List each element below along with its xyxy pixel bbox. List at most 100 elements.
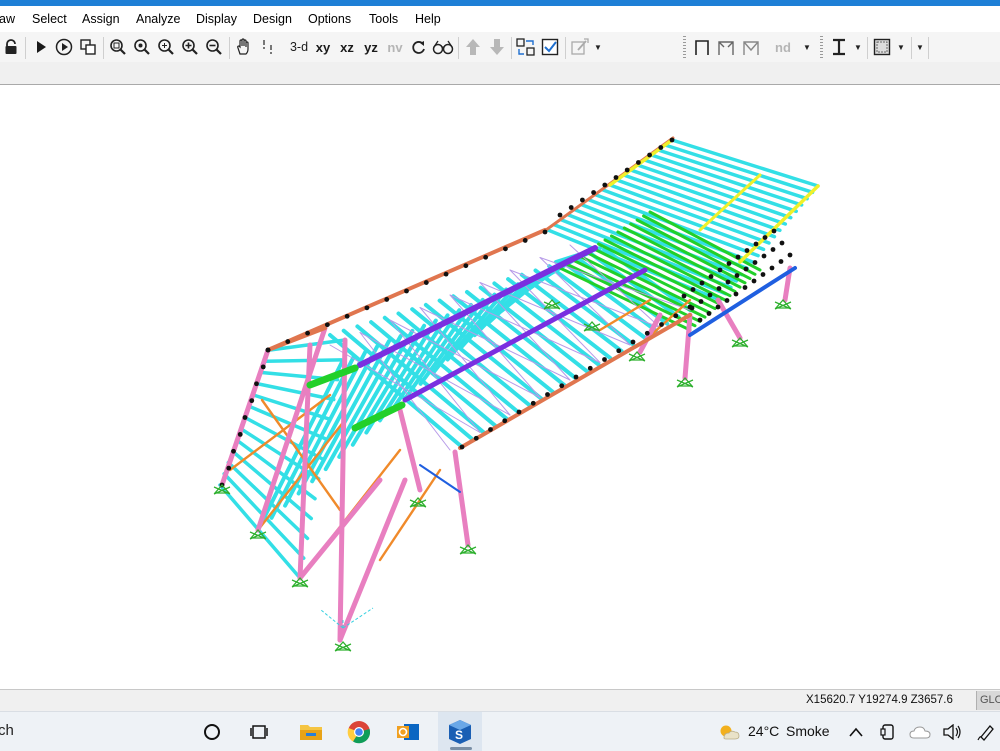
joint-dot (778, 259, 784, 264)
menu-analyze[interactable]: Analyze (136, 12, 180, 26)
joint-dot (488, 427, 493, 432)
zoom-restore-icon[interactable] (132, 37, 152, 57)
dropdown-arrow-icon[interactable]: ▼ (913, 37, 927, 57)
rotate-view-icon[interactable] (409, 37, 429, 57)
move-up-arrow-icon[interactable] (463, 37, 483, 57)
chrome-icon[interactable] (342, 712, 376, 751)
walk-icon[interactable] (258, 37, 278, 57)
section-i-icon[interactable] (829, 37, 849, 57)
coordinate-system-dropdown[interactable]: GLO (976, 691, 1000, 710)
lock-icon[interactable] (3, 37, 19, 57)
check-model-icon[interactable] (540, 37, 560, 57)
run-analysis-icon[interactable] (32, 37, 50, 57)
view-nv-button[interactable]: nv (385, 37, 405, 57)
dropdown-arrow-icon[interactable]: ▼ (800, 37, 814, 57)
perspective-icon[interactable] (432, 37, 454, 57)
joint-dot (717, 267, 723, 273)
joint-dot (762, 235, 768, 240)
dropdown-arrow-icon[interactable]: ▼ (851, 37, 865, 57)
purlin (264, 358, 343, 363)
run-now-icon[interactable] (54, 37, 74, 57)
joint-dot (542, 229, 548, 235)
cursor-coordinates: X15620.7 Y19274.9 Z3657.6 (806, 694, 953, 706)
pen-ink-icon[interactable] (974, 712, 998, 751)
menu-tools[interactable]: Tools (369, 12, 398, 26)
toolbar-grip (683, 36, 686, 60)
menu-bar: aw Select Assign Analyze Display Design … (0, 6, 1000, 32)
taskbar-search-box[interactable]: ch (0, 722, 14, 739)
zoom-full-icon[interactable] (156, 37, 176, 57)
select-objects-icon[interactable] (515, 37, 537, 57)
menu-help[interactable]: Help (415, 12, 441, 26)
joint-dot (716, 286, 722, 291)
joint-dot (659, 322, 664, 327)
joint-dot (559, 383, 565, 389)
sap2000-taskbar-icon[interactable]: S (438, 712, 482, 751)
joint-dot (630, 339, 636, 345)
joint-dot (285, 339, 291, 344)
nd-button[interactable]: nd (772, 37, 794, 57)
tablet-device-icon[interactable] (878, 712, 898, 751)
joint-dot (616, 348, 622, 354)
frame-draw-icon[interactable] (692, 37, 712, 57)
joint-dot (242, 415, 248, 420)
area-section-icon[interactable] (871, 37, 893, 57)
show-hidden-icons-chevron-icon[interactable] (846, 712, 866, 751)
joint-dot (669, 137, 675, 143)
quick-frame-icon[interactable] (715, 37, 737, 57)
toolbar-separator (911, 37, 912, 59)
purlin (642, 158, 798, 214)
brace-draw-icon[interactable] (740, 37, 762, 57)
menu-assign[interactable]: Assign (82, 12, 120, 26)
task-view-icon[interactable] (244, 712, 276, 751)
joint-dot (690, 287, 696, 292)
assign-graphic-icon[interactable] (569, 37, 591, 57)
menu-select[interactable]: Select (32, 12, 67, 26)
joint-dot (404, 288, 409, 294)
pan-hand-icon[interactable] (234, 37, 254, 57)
view-yz-button[interactable]: yz (361, 37, 381, 57)
zoom-out-icon[interactable] (204, 37, 224, 57)
joint-dot (249, 398, 255, 404)
structural-model-3d[interactable] (0, 85, 1000, 689)
menu-draw[interactable]: aw (0, 12, 15, 26)
joint-dot (522, 238, 528, 243)
zoom-window-icon[interactable] (108, 37, 128, 57)
file-explorer-icon[interactable] (294, 712, 328, 751)
joint-dot (502, 418, 508, 424)
joint-dot (726, 261, 732, 266)
weather-sun-icon[interactable] (716, 712, 742, 751)
joint-dot (568, 205, 574, 210)
toolbar-separator (103, 37, 104, 59)
window-title-strip (0, 62, 1000, 85)
view-xy-button[interactable]: xy (313, 37, 333, 57)
joint-dot (516, 409, 522, 415)
joint-dot (530, 400, 536, 406)
menu-design[interactable]: Design (253, 12, 292, 26)
joint-dot (636, 160, 641, 165)
joint-dot (473, 435, 479, 441)
menu-display[interactable]: Display (196, 12, 237, 26)
weather-temperature[interactable]: 24°C (748, 723, 779, 739)
dropdown-arrow-icon[interactable]: ▼ (592, 37, 604, 57)
joint-dot (644, 330, 650, 336)
joint-dot (591, 190, 596, 195)
copy-window-icon[interactable] (78, 37, 98, 57)
zoom-in-icon[interactable] (180, 37, 200, 57)
joint-dot (760, 272, 766, 277)
view-xz-button[interactable]: xz (337, 37, 357, 57)
cortana-circle-icon[interactable] (196, 712, 228, 751)
speaker-volume-icon[interactable] (940, 712, 964, 751)
joint-dot (734, 273, 740, 278)
outlook-icon[interactable] (391, 712, 425, 751)
joint-dot (733, 291, 739, 297)
dropdown-arrow-icon[interactable]: ▼ (894, 37, 908, 57)
move-down-arrow-icon[interactable] (487, 37, 507, 57)
model-view-canvas[interactable] (0, 85, 1000, 689)
menu-options[interactable]: Options (308, 12, 351, 26)
weather-description[interactable]: Smoke (786, 723, 830, 739)
windows-taskbar: ch S 24°C Smoke (0, 711, 1000, 751)
onedrive-cloud-icon[interactable] (908, 712, 932, 751)
joint-dot (697, 317, 703, 323)
view-3d-button[interactable]: 3-d (287, 37, 311, 57)
